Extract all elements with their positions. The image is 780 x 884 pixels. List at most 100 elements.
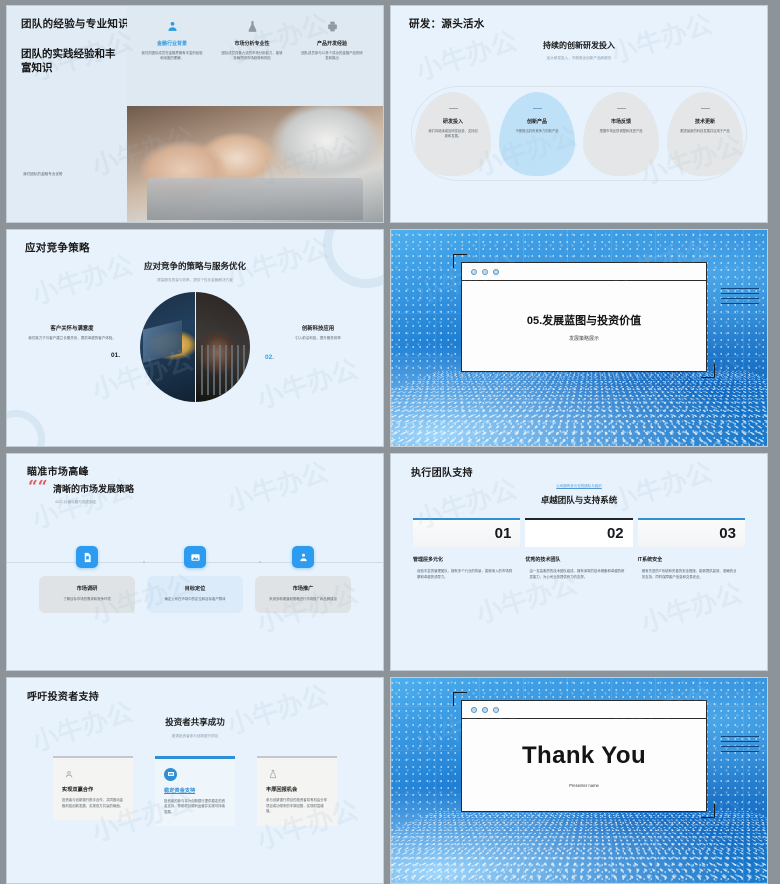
slide2-blob-2[interactable]: 市场反馈 根据市场反馈调整和改进产品 xyxy=(583,92,659,176)
slide1-feature-row: 金融行业背景 我们的团队成员在金融界拥有丰富的经验和深度的理解。 市场分析专业性… xyxy=(127,14,377,102)
slide5-step-1-card: 目标定位 确定公司在市场中的定位和目标客户群体 xyxy=(147,576,243,614)
slide7-card-row: 实现双赢合作 投资者与创新银行携手合作，共同推动金融科技创新发展，实现双方共赢的… xyxy=(53,756,337,827)
slide2-blob-0[interactable]: 研发投入 我们将继续增加研发经费，支持创新和发展。 xyxy=(415,92,491,176)
slide1-left-panel xyxy=(7,6,127,222)
user-icon xyxy=(135,20,209,35)
slide5-step-2-body: 采用多种渠道和策略进行市场推广和品牌建设 xyxy=(269,597,337,601)
slide7-card-2-inner: 丰厚回报机会 参与创新银行项目的投资者将有机会分享项目成功带来的丰厚回报，实现财… xyxy=(257,758,337,826)
money-icon xyxy=(164,767,177,781)
person-icon xyxy=(292,546,314,568)
window-dot-1[interactable] xyxy=(471,268,477,275)
slide1-caption: 我们团队的金融专业优势 xyxy=(23,172,63,176)
divider xyxy=(532,108,542,109)
slide7-card-2-title: 丰厚回报机会 xyxy=(266,787,298,793)
slide1-subtitle: 团队的实践经验和丰富知识 xyxy=(21,48,116,75)
slide5-step-row: 市场调研 了解目标市场的需求和竞争环境 目标定位 确定公司在市场中的定位和目标客… xyxy=(39,546,351,614)
window-dot-2[interactable] xyxy=(482,268,488,275)
slide5-title: 瞄准市场高峰 xyxy=(27,467,89,478)
squiggle-decor xyxy=(721,288,759,304)
slide6-card-1[interactable]: 02 优秀的技术团队 · 由一支高素质的技术团队组成，拥有深厚的技术储备和卓越的… xyxy=(525,518,633,581)
slide-deck-grid: 团队的经验与专业知识 团队的实践经验和丰富知识 我们团队的金融专业优势 金融行业… xyxy=(0,0,780,884)
image-target-icon xyxy=(184,546,206,568)
decor-circle-bottom-left xyxy=(7,410,45,446)
slide6-card-0[interactable]: 01 管理层多元化 · 经验丰富的管理团队，拥有多个行业的背景，能够深入的市场洞… xyxy=(413,518,521,581)
slide1-feature-2-title: 产品开发经验 xyxy=(316,41,347,47)
handshake-icon xyxy=(62,767,75,780)
window-dot-3[interactable] xyxy=(493,706,499,713)
slide6-kicker: 公司拥有多元化的团队与组织 xyxy=(556,484,602,488)
slide7-card-0-title: 实现双赢合作 xyxy=(62,787,94,793)
slide5-step-1-title: 目标定位 xyxy=(184,586,206,592)
slide7-center-subtitle: 邀请投资者参与创新银行项目 xyxy=(171,734,219,738)
slide-4-section-divider[interactable]: 05.发展蓝图与投资价值 发展策略展示 小牛办公 小牛办公 小牛办公 小牛办公 xyxy=(390,229,768,447)
slide6-card-2-body: 拥有先进的IT系统和完善的安全措施，能够提供高效、准确的业务支持，同时保障客户信… xyxy=(641,569,737,579)
slide5-step-2[interactable]: 市场推广 采用多种渠道和策略进行市场推广和品牌建设 xyxy=(255,546,351,614)
slide4-section-subtitle: 发展策略展示 xyxy=(568,336,599,342)
slide6-card-2-bullet: · 拥有先进的IT系统和完善的安全措施，能够提供高效、准确的业务支持，同时保障客… xyxy=(638,569,745,580)
slide1-feature-0-title: 金融行业背景 xyxy=(156,41,187,47)
slide1-feature-0[interactable]: 金融行业背景 我们的团队成员在金融界拥有丰富的经验和深度的理解。 xyxy=(135,20,209,96)
slide6-card-2[interactable]: 03 IT系统安全 · 拥有先进的IT系统和完善的安全措施，能够提供高效、准确的… xyxy=(637,518,745,581)
window-dot-2[interactable] xyxy=(482,706,488,713)
slide2-blob-3[interactable]: 技术更新 跟进最新的科技发展并应用于产品 xyxy=(667,92,743,176)
slide3-center-title: 应对竞争的策略与服务优化 xyxy=(143,261,246,271)
slide7-card-2-body: 参与创新银行项目的投资者将有机会分享项目成功带来的丰厚回报，实现财富增值。 xyxy=(266,798,328,814)
slide5-step-0-body: 了解目标市场的需求和竞争环境 xyxy=(63,597,111,601)
slide1-feature-1[interactable]: 市场分析专业性 团队成员具备九流的市场分析能力，能够准确预测市场趋势和风险 xyxy=(215,20,289,96)
slide2-blob-3-body: 跟进最新的科技发展并应用于产品 xyxy=(680,129,730,133)
slide6-card-1-title: 优秀的技术团队 xyxy=(525,557,561,564)
slide5-step-1[interactable]: 目标定位 确定公司在市场中的定位和目标客户群体 xyxy=(147,546,243,614)
slide7-card-1[interactable]: 稳定资金支持 投资者的参与将为创新银行提供稳定的资金支持，帮助项目顺利运营并实现… xyxy=(155,756,235,827)
slide5-headline: 清晰的市场发展策略 xyxy=(53,484,135,494)
slide5-step-0-title: 市场调研 xyxy=(76,586,98,592)
slide7-card-0-inner: 实现双赢合作 投资者与创新银行携手合作，共同推动金融科技创新发展，实现双方共赢的… xyxy=(53,758,133,821)
slide2-blob-0-body: 我们将继续增加研发经费，支持创新和发展。 xyxy=(428,129,478,139)
slide7-card-2[interactable]: 丰厚回报机会 参与创新银行项目的投资者将有机会分享项目成功带来的丰厚回报，实现财… xyxy=(257,756,337,826)
slide5-step-1-body: 确定公司在市场中的定位和目标客户群体 xyxy=(164,597,226,601)
slide1-hands-keyboard-photo xyxy=(127,106,383,222)
slide2-title: 研发：源头活水 xyxy=(409,18,485,30)
slide5-step-0[interactable]: 市场调研 了解目标市场的需求和竞争环境 xyxy=(39,546,135,614)
flask-icon xyxy=(266,767,279,780)
bullet-dot-icon: · xyxy=(637,569,639,574)
slide-8-thank-you[interactable]: Thank You Presenter name 小牛办公 小牛办公 小牛办公 … xyxy=(390,677,768,884)
slide3-left-block: 客户关怀与满意度 我们致力于与客户建立长期关系，提供卓越的客户体验。 xyxy=(17,324,127,342)
slide6-card-0-bullet: · 经验丰富的管理团队，拥有多个行业的背景，能够深入的市场洞察和卓越的领导力。 xyxy=(413,569,520,580)
slide5-sub: 4317 片面标题与描述制定 xyxy=(55,500,97,504)
slide-5-market-strategy[interactable]: 瞄准市场高峰 ““ 清晰的市场发展策略 4317 片面标题与描述制定 市场调研 … xyxy=(6,453,384,671)
divider xyxy=(616,108,626,109)
slide-2-rnd[interactable]: 研发：源头活水 持续的创新研发投入 加大研发投入，不断推出创新产品和服务 研发投… xyxy=(390,5,768,223)
bullet-dot-icon: · xyxy=(413,569,415,574)
slide-1-team-expertise[interactable]: 团队的经验与专业知识 团队的实践经验和丰富知识 我们团队的金融专业优势 金融行业… xyxy=(6,5,384,223)
slide7-card-1-body: 投资者的参与将为创新银行提供稳定的资金支持，帮助项目顺利运营并实现可持续发展。 xyxy=(164,798,226,814)
slide1-feature-1-title: 市场分析专业性 xyxy=(234,41,270,47)
slide3-right-body: 引入前沿科技，提升服务效率 xyxy=(295,336,341,340)
slide3-left-body: 我们致力于与客户建立长期关系，提供卓越的客户体验。 xyxy=(28,336,116,340)
slide3-title: 应对竞争策略 xyxy=(25,242,90,254)
slide1-feature-2[interactable]: 产品开发经验 团队成员参与12多个成功的金融产品的研发和推出 xyxy=(295,20,369,96)
bullet-dot-icon: · xyxy=(525,569,527,574)
slide7-card-1-inner: 稳定资金支持 投资者的参与将为创新银行提供稳定的资金支持，帮助项目顺利运营并实现… xyxy=(155,758,235,827)
slide1-title: 团队的经验与专业知识 xyxy=(21,18,129,30)
slide2-center-subtitle: 加大研发投入，不断推出创新产品和服务 xyxy=(546,56,612,60)
slide1-feature-2-body: 团队成员参与12多个成功的金融产品的研发和推出 xyxy=(301,51,363,61)
slide7-card-0-body: 投资者与创新银行携手合作，共同推动金融科技创新发展，实现双方共赢的局面。 xyxy=(62,798,124,808)
slide1-feature-0-body: 我们的团队成员在金融界拥有丰富的经验和深度的理解。 xyxy=(141,51,203,61)
slide2-blob-0-title: 研发投入 xyxy=(442,119,463,125)
slide6-card-0-body: 经验丰富的管理团队，拥有多个行业的背景，能够深入的市场洞察和卓越的领导力。 xyxy=(417,569,513,579)
slide7-card-0[interactable]: 实现双赢合作 投资者与创新银行携手合作，共同推动金融科技创新发展，实现双方共赢的… xyxy=(53,756,133,826)
slide2-blob-1-body: 不断推出具有竞争力的新产品 xyxy=(515,129,559,133)
slide7-center-title: 投资者共享成功 xyxy=(165,717,225,727)
slide2-blob-1[interactable]: 创新产品 不断推出具有竞争力的新产品 xyxy=(499,92,575,176)
slide-7-investor-call[interactable]: 呼吁投资者支持 投资者共享成功 邀请投资者参与创新银行项目 实现双赢合作 投资者… xyxy=(6,677,384,884)
document-icon xyxy=(76,546,98,568)
slide-3-competition-strategy[interactable]: 应对竞争策略 应对竞争的策略与服务优化 提高服务质量与效率，提供个性化金融解决方… xyxy=(6,229,384,447)
divider xyxy=(700,108,710,109)
slide6-title: 执行团队支持 xyxy=(411,468,473,479)
window-dot-3[interactable] xyxy=(493,268,499,275)
squiggle-decor xyxy=(721,736,759,752)
slide-6-team-support[interactable]: 执行团队支持 公司拥有多元化的团队与组织 卓越团队与支持系统 01 管理层多元化… xyxy=(390,453,768,671)
slide3-left-title: 客户关怀与满意度 xyxy=(50,326,94,332)
slide2-blob-2-title: 市场反馈 xyxy=(610,119,631,125)
window-dot-1[interactable] xyxy=(471,706,477,713)
